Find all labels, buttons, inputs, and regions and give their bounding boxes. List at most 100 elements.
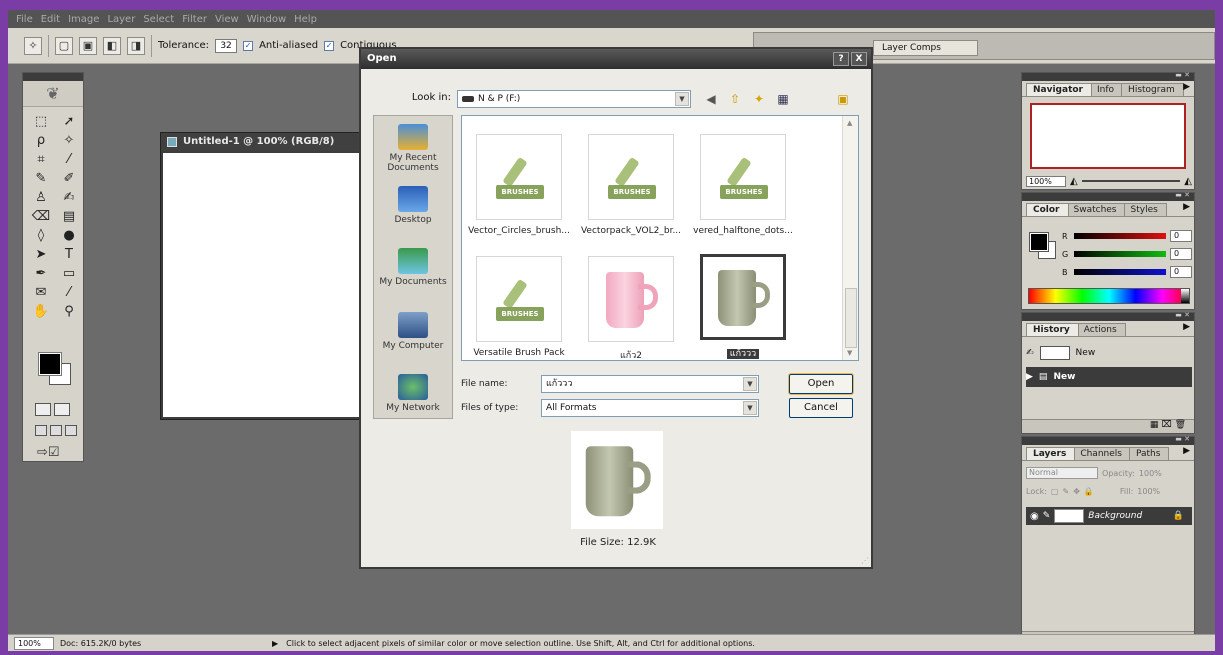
lock-transparency-icon[interactable]: ▢: [1051, 487, 1059, 496]
place-documents[interactable]: My Documents: [374, 248, 452, 287]
toolbox-header[interactable]: [23, 73, 83, 81]
antialiased-checkbox[interactable]: ✓: [243, 40, 254, 51]
menu-layer[interactable]: Layer: [107, 14, 135, 25]
file-name-input[interactable]: แก้ววว ▼: [541, 375, 759, 393]
lock-position-icon[interactable]: ✥: [1073, 487, 1080, 496]
look-in-select[interactable]: N & P (F:) ▼: [457, 90, 691, 108]
delete-state-icon[interactable]: 🗑: [1175, 420, 1186, 430]
file-item[interactable]: BRUSHES Vector_Circles_brush...: [466, 134, 572, 236]
scroll-down-icon[interactable]: ▼: [847, 349, 852, 357]
files-of-type-select[interactable]: All Formats ▼: [541, 399, 759, 417]
subtract-selection-icon[interactable]: ◧: [103, 36, 121, 55]
zoom-tool-icon[interactable]: ⚲: [57, 303, 81, 320]
new-folder-icon[interactable]: ✦: [751, 91, 767, 107]
place-desktop[interactable]: Desktop: [374, 186, 452, 225]
menu-image[interactable]: Image: [68, 14, 99, 25]
tab-navigator[interactable]: Navigator: [1026, 83, 1092, 96]
tab-info[interactable]: Info: [1090, 83, 1124, 96]
standard-screen-icon[interactable]: [35, 425, 47, 436]
tab-swatches[interactable]: Swatches: [1066, 203, 1126, 216]
resize-grip-icon[interactable]: ⋰: [861, 556, 869, 565]
path-selection-icon[interactable]: ➤: [29, 246, 53, 263]
hand-tool-icon[interactable]: ✋: [29, 303, 53, 320]
file-list-scrollbar[interactable]: ▲ ▼: [842, 116, 858, 360]
menu-select[interactable]: Select: [143, 14, 174, 25]
view-menu-icon[interactable]: ▦: [775, 91, 791, 107]
green-value-input[interactable]: 0: [1170, 248, 1192, 260]
blue-slider[interactable]: [1074, 269, 1166, 275]
red-value-input[interactable]: 0: [1170, 230, 1192, 242]
dialog-title-bar[interactable]: Open ? X: [361, 49, 871, 69]
color-spectrum-bar[interactable]: [1028, 288, 1190, 304]
menu-file[interactable]: File: [16, 14, 33, 25]
tab-actions[interactable]: Actions: [1076, 323, 1126, 336]
jump-to-imageready-icon[interactable]: ⇨☑: [37, 445, 60, 460]
dodge-tool-icon[interactable]: ●: [57, 227, 81, 244]
file-item[interactable]: BRUSHES Versatile Brush Pack: [466, 256, 572, 358]
tab-layer-comps[interactable]: Layer Comps: [873, 40, 978, 56]
full-screen-menu-icon[interactable]: [50, 425, 62, 436]
panel-menu-icon[interactable]: ▶: [1183, 202, 1190, 212]
shape-tool-icon[interactable]: ▭: [57, 265, 81, 282]
tab-color[interactable]: Color: [1026, 203, 1069, 216]
notes-tool-icon[interactable]: ✉: [29, 284, 53, 301]
adobe-dialog-icon[interactable]: ▣: [835, 91, 851, 107]
navigator-zoom-slider[interactable]: [1081, 180, 1181, 182]
file-item-selected[interactable]: แก้ววว: [690, 254, 796, 360]
panel-menu-icon[interactable]: ▶: [1183, 322, 1190, 332]
scroll-up-icon[interactable]: ▲: [847, 119, 852, 127]
cancel-button[interactable]: Cancel: [789, 398, 853, 418]
tab-paths[interactable]: Paths: [1128, 447, 1170, 460]
panel-menu-icon[interactable]: ▶: [1183, 82, 1190, 92]
file-item[interactable]: BRUSHES Vectorpack_VOL2_br...: [578, 134, 684, 236]
visibility-eye-icon[interactable]: ◉: [1030, 511, 1039, 522]
tab-channels[interactable]: Channels: [1073, 447, 1131, 460]
menu-help[interactable]: Help: [294, 14, 317, 25]
help-button[interactable]: ?: [833, 52, 849, 66]
zoom-out-icon[interactable]: ◭: [1070, 176, 1078, 187]
blend-mode-select[interactable]: Normal: [1026, 467, 1098, 479]
tab-histogram[interactable]: Histogram: [1121, 83, 1184, 96]
back-icon[interactable]: ◀: [703, 91, 719, 107]
pen-tool-icon[interactable]: ✒: [29, 265, 53, 282]
navigator-preview[interactable]: [1030, 103, 1186, 169]
place-network[interactable]: My Network: [374, 374, 452, 413]
new-document-from-state-icon[interactable]: ▦: [1150, 420, 1159, 430]
crop-tool-icon[interactable]: ⌗: [29, 151, 53, 168]
menu-view[interactable]: View: [215, 14, 239, 25]
zoom-in-icon[interactable]: ◭: [1184, 176, 1192, 187]
history-state-row[interactable]: ▶ ▤ New: [1026, 367, 1192, 387]
new-selection-icon[interactable]: ▢: [55, 36, 73, 55]
slice-tool-icon[interactable]: ⁄: [57, 151, 81, 168]
history-brush-icon[interactable]: ✍: [57, 189, 81, 206]
panel-header[interactable]: [1022, 191, 1194, 201]
healing-brush-icon[interactable]: ✎: [29, 170, 53, 187]
contiguous-checkbox[interactable]: ✓: [324, 40, 335, 51]
tab-layers[interactable]: Layers: [1026, 447, 1076, 460]
magic-wand-preset-icon[interactable]: ✧: [24, 36, 42, 55]
layer-row-background[interactable]: ◉ ✎ Background 🔒: [1026, 507, 1192, 525]
tab-styles[interactable]: Styles: [1123, 203, 1167, 216]
move-tool-icon[interactable]: ➚: [57, 113, 81, 130]
panel-header[interactable]: [1022, 71, 1194, 81]
tab-history[interactable]: History: [1026, 323, 1079, 336]
lock-all-icon[interactable]: 🔒: [1084, 487, 1094, 496]
magic-wand-tool-icon[interactable]: ✧: [57, 132, 81, 149]
blur-tool-icon[interactable]: ◊: [29, 227, 53, 244]
status-zoom-input[interactable]: 100%: [14, 636, 54, 650]
full-screen-icon[interactable]: [65, 425, 77, 436]
chevron-down-icon[interactable]: ▼: [743, 401, 757, 415]
add-selection-icon[interactable]: ▣: [79, 36, 97, 55]
green-slider[interactable]: [1074, 251, 1166, 257]
document-title-bar[interactable]: Untitled-1 @ 100% (RGB/8): [161, 133, 369, 151]
panel-menu-icon[interactable]: ▶: [1183, 446, 1190, 456]
standard-mode-icon[interactable]: [35, 403, 51, 416]
eyedropper-tool-icon[interactable]: ⁄: [57, 284, 81, 301]
scroll-thumb[interactable]: [845, 288, 857, 348]
red-slider[interactable]: [1074, 233, 1166, 239]
file-item[interactable]: แก้ว2: [578, 256, 684, 362]
menu-filter[interactable]: Filter: [182, 14, 207, 25]
up-folder-icon[interactable]: ⇧: [727, 91, 743, 107]
document-canvas[interactable]: [163, 153, 369, 417]
place-computer[interactable]: My Computer: [374, 312, 452, 351]
